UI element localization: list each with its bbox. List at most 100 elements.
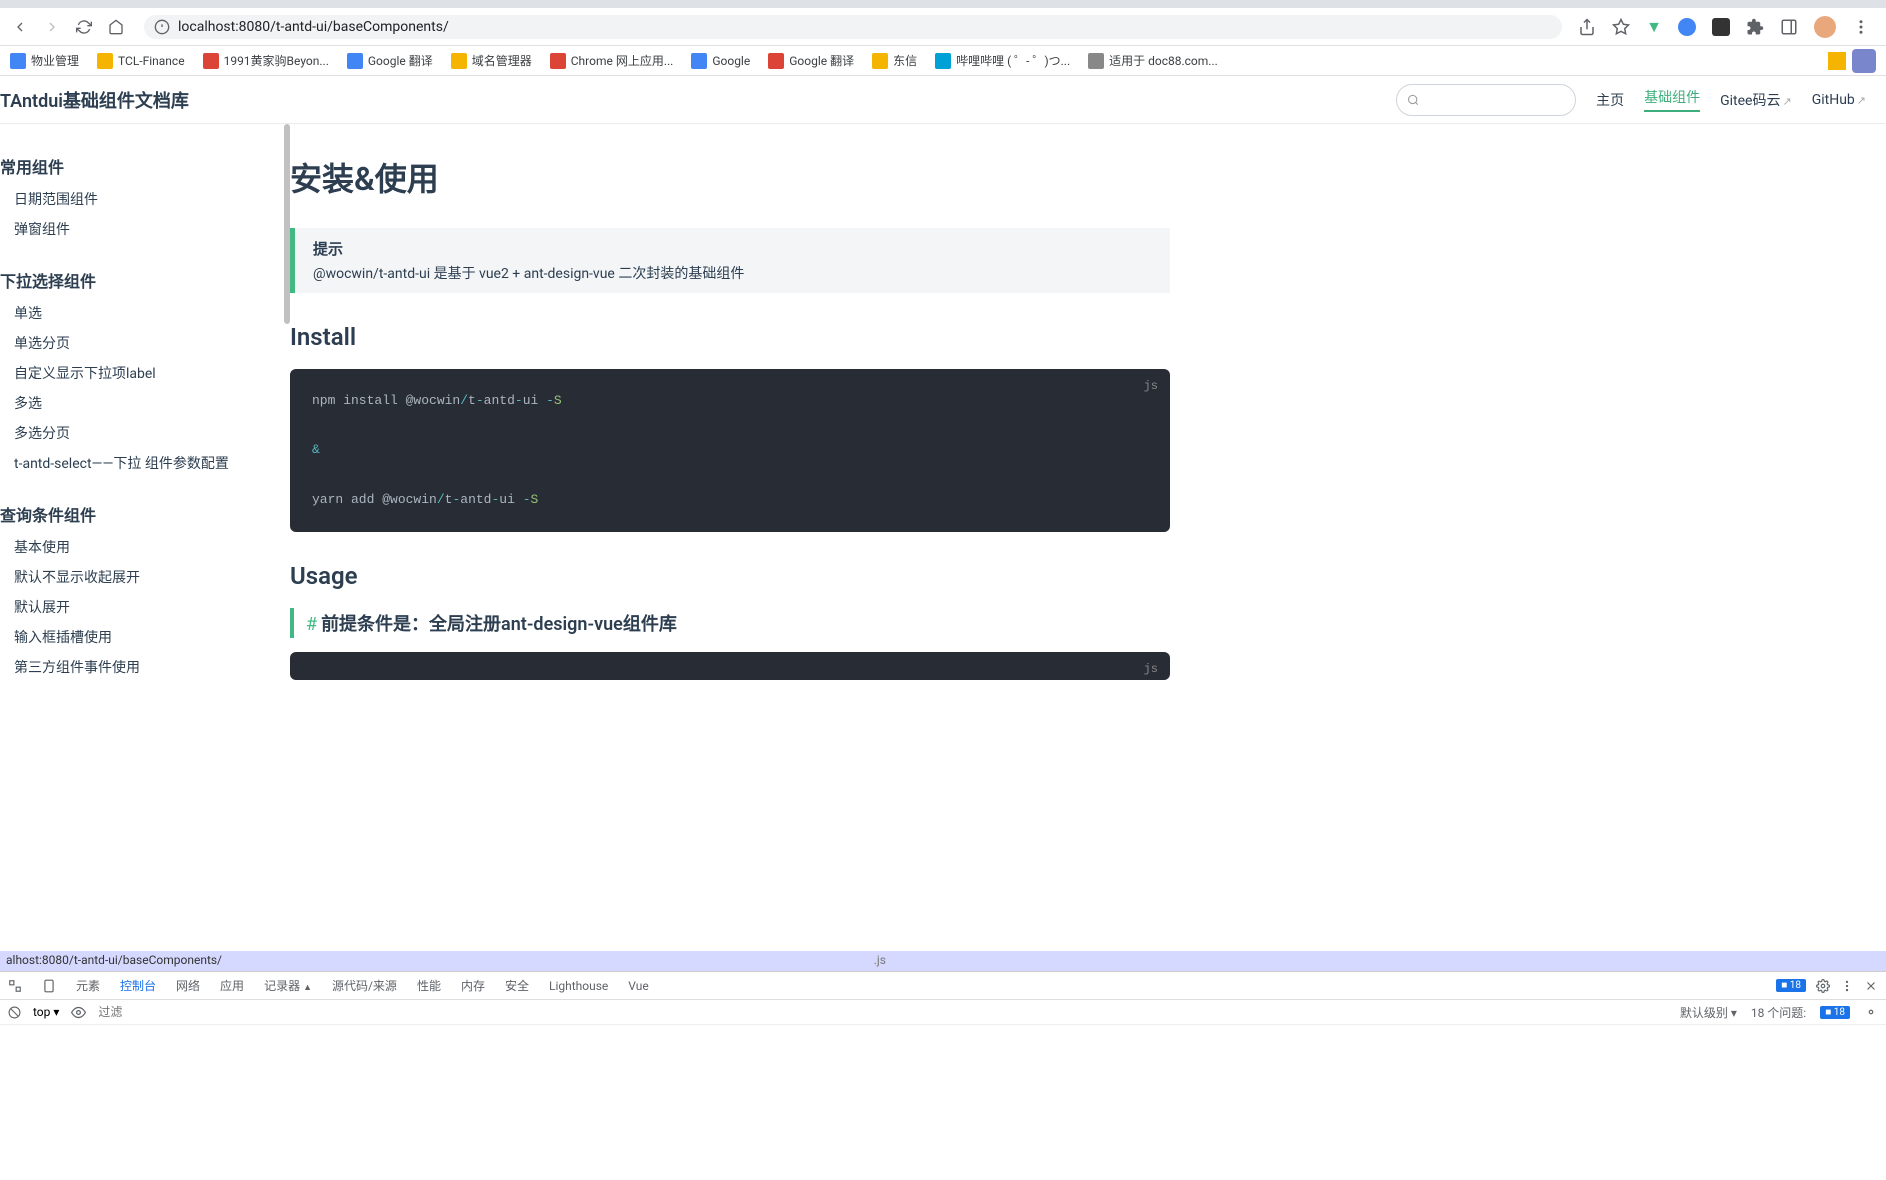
info-icon (154, 19, 170, 35)
devtools-tab-network[interactable]: 网络 (176, 977, 200, 994)
clear-console-icon[interactable] (8, 1006, 21, 1019)
devtools-tab-sources[interactable]: 源代码/来源 (332, 977, 397, 994)
nav-gitee[interactable]: Gitee码云↗ (1720, 90, 1792, 110)
sidebar-item[interactable]: 输入框插槽使用 (0, 622, 290, 652)
status-url: alhost:8080/t-antd-ui/baseComponents/ (6, 953, 222, 967)
devtools-tab-application[interactable]: 应用 (220, 977, 244, 994)
usage-callout: # 前提条件是：全局注册ant-design-vue组件库 (290, 608, 1170, 638)
menu-icon[interactable] (1852, 18, 1870, 36)
callout-text: 前提条件是：全局注册ant-design-vue组件库 (321, 614, 677, 635)
sidebar-group-title: 查询条件组件 (0, 496, 290, 532)
ext-icon-2[interactable] (1712, 18, 1730, 36)
status-bar: alhost:8080/t-antd-ui/baseComponents/ .j… (0, 951, 1886, 971)
tip-text: @wocwin/t-antd-ui 是基于 vue2 + ant-design-… (313, 263, 1152, 283)
scrollbar-thumb[interactable] (284, 124, 290, 324)
sidebar-group-title: 常用组件 (0, 148, 290, 184)
devtools-console-output[interactable] (0, 1025, 1886, 1180)
sidebar-item[interactable]: 单选分页 (0, 328, 290, 358)
search-input[interactable] (1425, 92, 1565, 108)
bookmark-item[interactable]: Google 翻译 (768, 52, 854, 69)
browser-toolbar: localhost:8080/t-antd-ui/baseComponents/… (0, 8, 1886, 46)
site-title[interactable]: TAntdui基础组件文档库 (0, 87, 189, 113)
devtools-error-badge[interactable]: ■ 18 (1776, 979, 1806, 992)
context-selector[interactable]: top ▾ (33, 1005, 59, 1019)
bookmark-item[interactable]: 适用于 doc88.com... (1088, 52, 1218, 69)
nav-home[interactable]: 主页 (1596, 90, 1624, 110)
sidebar-group-title: 下拉选择组件 (0, 262, 290, 298)
sidebar-item[interactable]: 默认不显示收起展开 (0, 562, 290, 592)
doc-header: TAntdui基础组件文档库 主页 基础组件 Gitee码云↗ GitHub↗ (0, 76, 1886, 124)
status-js-label: .js (874, 953, 886, 967)
bookmark-item[interactable]: Google 翻译 (347, 52, 433, 69)
console-filter-input[interactable] (98, 1005, 298, 1019)
more-icon[interactable] (1840, 979, 1854, 993)
devtools-tab-memory[interactable]: 内存 (461, 977, 485, 994)
gear-icon[interactable] (1864, 1005, 1878, 1019)
search-icon (1407, 93, 1419, 107)
sidebar-item[interactable]: 默认展开 (0, 592, 290, 622)
bookmarks-bar: 物业管理 TCL-Finance 1991黄家驹Beyon... Google … (0, 46, 1886, 76)
devtools-tab-performance[interactable]: 性能 (417, 977, 441, 994)
eye-icon[interactable] (71, 1005, 86, 1020)
sidebar-item[interactable]: 弹窗组件 (0, 214, 290, 244)
nav-github[interactable]: GitHub↗ (1812, 92, 1866, 108)
log-level-selector[interactable]: 默认级别 ▾ (1680, 1004, 1737, 1021)
sidebar-item[interactable]: 基本使用 (0, 532, 290, 562)
bookmark-item[interactable]: 哔哩哔哩 ( ゜- ゜)つ... (935, 52, 1070, 69)
profile-avatar[interactable] (1814, 16, 1836, 38)
devtools-tab-lighthouse[interactable]: Lighthouse (549, 979, 608, 993)
back-button[interactable] (8, 15, 32, 39)
home-button[interactable] (104, 15, 128, 39)
sidebar-item[interactable]: 第三方组件事件使用 (0, 652, 290, 682)
ext-icon-1[interactable] (1678, 18, 1696, 36)
bookmark-item[interactable]: 东信 (872, 52, 917, 69)
forward-button[interactable] (40, 15, 64, 39)
close-icon[interactable] (1864, 979, 1878, 993)
content-area: 安装&使用 提示 @wocwin/t-antd-ui 是基于 vue2 + an… (290, 124, 1886, 951)
search-box[interactable] (1396, 84, 1576, 116)
install-heading: Install (290, 323, 1170, 351)
bookmark-item[interactable]: TCL-Finance (97, 53, 185, 69)
address-bar[interactable]: localhost:8080/t-antd-ui/baseComponents/ (144, 15, 1562, 39)
hash-icon: # (306, 614, 317, 635)
share-icon[interactable] (1578, 18, 1596, 36)
devtools-tab-elements[interactable]: 元素 (76, 977, 100, 994)
devtools-tab-vue[interactable]: Vue (628, 979, 648, 993)
bookmark-ext-icon[interactable] (1852, 49, 1876, 73)
bookmark-item[interactable]: 1991黄家驹Beyon... (203, 52, 329, 69)
nav-base-components[interactable]: 基础组件 (1644, 87, 1700, 112)
devtools-tab-console[interactable]: 控制台 (120, 977, 156, 994)
bookmark-item[interactable]: 物业管理 (10, 52, 79, 69)
issues-badge[interactable]: ■ 18 (1820, 1006, 1850, 1019)
vue-ext-icon[interactable]: ▼ (1646, 17, 1662, 37)
sidepanel-icon[interactable] (1780, 18, 1798, 36)
bookmark-item[interactable]: Chrome 网上应用... (550, 52, 674, 69)
tip-block: 提示 @wocwin/t-antd-ui 是基于 vue2 + ant-desi… (290, 228, 1170, 293)
inspect-icon[interactable] (8, 979, 22, 993)
devtools-panel: 元素 控制台 网络 应用 记录器 ▲ 源代码/来源 性能 内存 安全 Light… (0, 971, 1886, 1180)
sidebar-item[interactable]: t-antd-select——下拉 组件参数配置 (0, 448, 290, 478)
devtools-tab-security[interactable]: 安全 (505, 977, 529, 994)
bookmark-folder-icon[interactable] (1828, 52, 1846, 70)
page-title: 安装&使用 (290, 154, 1170, 200)
sidebar-item[interactable]: 自定义显示下拉项label (0, 358, 290, 388)
sidebar-item[interactable]: 多选 (0, 388, 290, 418)
sidebar-item[interactable]: 多选分页 (0, 418, 290, 448)
devtools-tabs: 元素 控制台 网络 应用 记录器 ▲ 源代码/来源 性能 内存 安全 Light… (0, 972, 1886, 1000)
reload-button[interactable] (72, 15, 96, 39)
sidebar-item[interactable]: 单选 (0, 298, 290, 328)
issues-label: 18 个问题: (1751, 1004, 1806, 1021)
usage-heading: Usage (290, 562, 1170, 590)
sidebar-item[interactable]: 日期范围组件 (0, 184, 290, 214)
devtools-filter-bar: top ▾ 默认级别 ▾ 18 个问题: ■ 18 (0, 1000, 1886, 1025)
extensions-icon[interactable] (1746, 18, 1764, 36)
install-code-block: js npm install @wocwin/t-antd-ui -S & ya… (290, 369, 1170, 532)
bookmark-item[interactable]: Google (691, 53, 750, 69)
star-icon[interactable] (1612, 18, 1630, 36)
external-link-icon: ↗ (1782, 95, 1791, 108)
external-link-icon: ↗ (1857, 94, 1866, 107)
device-icon[interactable] (42, 979, 56, 993)
devtools-tab-recorder[interactable]: 记录器 ▲ (264, 977, 312, 994)
gear-icon[interactable] (1816, 979, 1830, 993)
bookmark-item[interactable]: 域名管理器 (451, 52, 532, 69)
